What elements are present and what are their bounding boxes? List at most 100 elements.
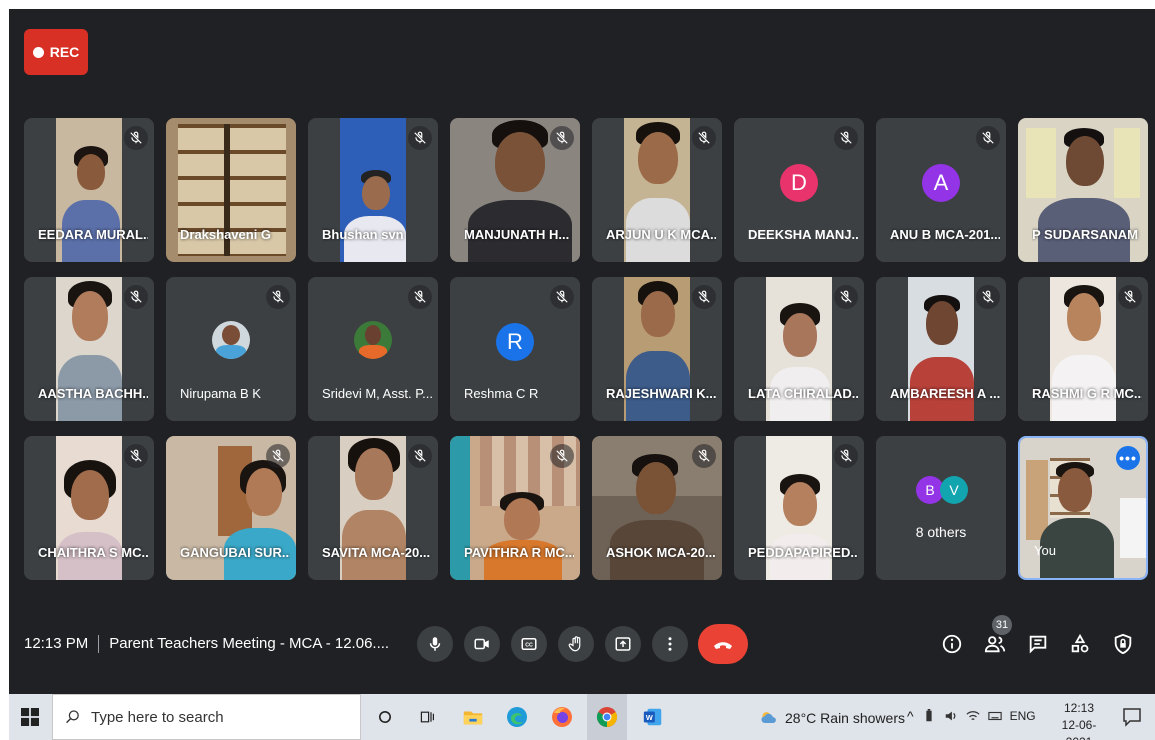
participant-tile[interactable]: Nirupama B K (166, 277, 296, 421)
chat-button[interactable] (1024, 630, 1052, 658)
participant-tile[interactable]: SAVITA MCA-20... (308, 436, 438, 580)
taskbar-search-box[interactable]: Type here to search (52, 694, 361, 740)
people-icon (984, 636, 1006, 653)
participant-tile[interactable]: PAVITHRA R MC... (450, 436, 580, 580)
battery-icon[interactable] (922, 709, 936, 723)
participant-name: PAVITHRA R MC... (464, 545, 574, 560)
windows-start-icon (21, 708, 39, 726)
self-tile[interactable]: ••• You (1018, 436, 1148, 580)
others-tile[interactable]: B V 8 others (876, 436, 1006, 580)
recording-label: REC (49, 44, 80, 60)
participant-name: Drakshaveni G (180, 227, 272, 242)
participant-tile[interactable]: EEDARA MURAL... (24, 118, 154, 262)
camera-button[interactable] (464, 626, 500, 662)
self-name: You (1034, 543, 1056, 558)
participant-tile[interactable]: RAJESHWARI K... (592, 277, 722, 421)
leave-call-button[interactable] (698, 624, 748, 664)
mic-off-icon (124, 126, 148, 150)
participant-tile[interactable]: ASHOK MCA-20... (592, 436, 722, 580)
participant-tile[interactable]: AMBAREESH A ... (876, 277, 1006, 421)
participant-tile[interactable]: Bhushan svn (308, 118, 438, 262)
info-icon (942, 634, 962, 654)
system-tray: ^ ENG (907, 708, 1036, 724)
camera-icon (474, 638, 489, 650)
participant-name: MANJUNATH H... (464, 227, 570, 242)
participant-tile[interactable]: Drakshaveni G (166, 118, 296, 262)
participant-tile[interactable]: LATA CHIRALAD... (734, 277, 864, 421)
participant-tile[interactable]: ARJUN U K MCA... (592, 118, 722, 262)
task-view-button[interactable] (413, 703, 441, 731)
mic-off-icon (834, 285, 858, 309)
weather-text: 28°C Rain showers (785, 710, 905, 726)
participant-tile[interactable]: R Reshma C R (450, 277, 580, 421)
people-button[interactable] (981, 630, 1009, 658)
participant-tile[interactable]: AASTHA BACHH... (24, 277, 154, 421)
participant-tile[interactable]: GANGUBAI SUR... (166, 436, 296, 580)
chrome-icon (596, 707, 618, 728)
mic-off-icon (1118, 285, 1142, 309)
participant-avatar (354, 321, 392, 359)
participant-name: Nirupama B K (180, 386, 261, 401)
self-more-options-icon[interactable]: ••• (1116, 446, 1140, 470)
participant-tile[interactable]: RASHMI G R MC... (1018, 277, 1148, 421)
participant-tile[interactable]: MANJUNATH H... (450, 118, 580, 262)
word-icon: W (643, 708, 662, 726)
participant-name: Reshma C R (464, 386, 539, 401)
present-icon (615, 637, 631, 651)
participant-tile[interactable]: CHAITHRA S MC... (24, 436, 154, 580)
participant-tile[interactable]: A ANU B MCA-201... (876, 118, 1006, 262)
chrome-button[interactable] (587, 694, 627, 740)
edge-button[interactable] (503, 703, 531, 731)
raise-hand-icon (568, 636, 581, 652)
mic-off-icon (124, 285, 148, 309)
cortana-button[interactable] (371, 703, 399, 731)
participant-tile[interactable]: P SUDARSANAM (1018, 118, 1148, 262)
chat-icon (1029, 635, 1047, 654)
meeting-time: 12:13 PM (24, 635, 89, 652)
word-button[interactable]: W (639, 703, 667, 731)
wifi-icon[interactable] (966, 709, 980, 723)
participant-tile[interactable]: Sridevi M, Asst. P... (308, 277, 438, 421)
raise-hand-button[interactable] (558, 626, 594, 662)
meeting-control-bar: 12:13 PM Parent Teachers Meeting - MCA - … (9, 605, 1155, 693)
other-avatar-v: V (940, 476, 968, 504)
captions-button[interactable]: CC (511, 626, 547, 662)
file-explorer-icon (463, 711, 483, 725)
weather-widget[interactable]: 28°C Rain showers (759, 708, 905, 728)
participant-name: Sridevi M, Asst. P... (322, 386, 432, 401)
activities-button[interactable] (1066, 630, 1094, 658)
participant-name: GANGUBAI SUR... (180, 545, 290, 560)
mic-off-icon (408, 444, 432, 468)
task-view-icon (420, 711, 434, 723)
chevron-up-icon[interactable]: ^ (907, 708, 914, 724)
start-button[interactable] (17, 704, 43, 730)
participant-avatar: R (496, 323, 534, 361)
notifications-icon[interactable] (1121, 706, 1143, 728)
more-options-button[interactable] (652, 626, 688, 662)
microphone-button[interactable] (417, 626, 453, 662)
participant-avatar (212, 321, 250, 359)
taskbar-clock[interactable]: 12:13 12-06-2021 (1049, 700, 1109, 740)
mic-off-icon (692, 126, 716, 150)
language-indicator[interactable]: ENG (1010, 709, 1036, 723)
participant-tile[interactable]: PEDDAPAPIRED... (734, 436, 864, 580)
mic-off-icon (550, 126, 574, 150)
microphone-icon (429, 637, 441, 651)
meeting-details-button[interactable] (938, 630, 966, 658)
file-explorer-button[interactable] (459, 703, 487, 731)
edge-icon (507, 707, 527, 727)
search-icon (66, 710, 79, 724)
present-button[interactable] (605, 626, 641, 662)
mic-off-icon (266, 285, 290, 309)
participant-name: Bhushan svn (322, 227, 404, 242)
participant-tile[interactable]: D DEEKSHA MANJ... (734, 118, 864, 262)
mic-off-icon (408, 126, 432, 150)
host-controls-button[interactable] (1109, 630, 1137, 658)
participant-name: RASHMI G R MC... (1032, 386, 1142, 401)
search-placeholder: Type here to search (91, 708, 224, 726)
firefox-button[interactable] (548, 703, 576, 731)
volume-icon[interactable] (944, 709, 958, 723)
keyboard-icon[interactable] (987, 709, 1002, 723)
svg-text:CC: CC (525, 643, 533, 649)
captions-icon: CC (521, 638, 537, 650)
